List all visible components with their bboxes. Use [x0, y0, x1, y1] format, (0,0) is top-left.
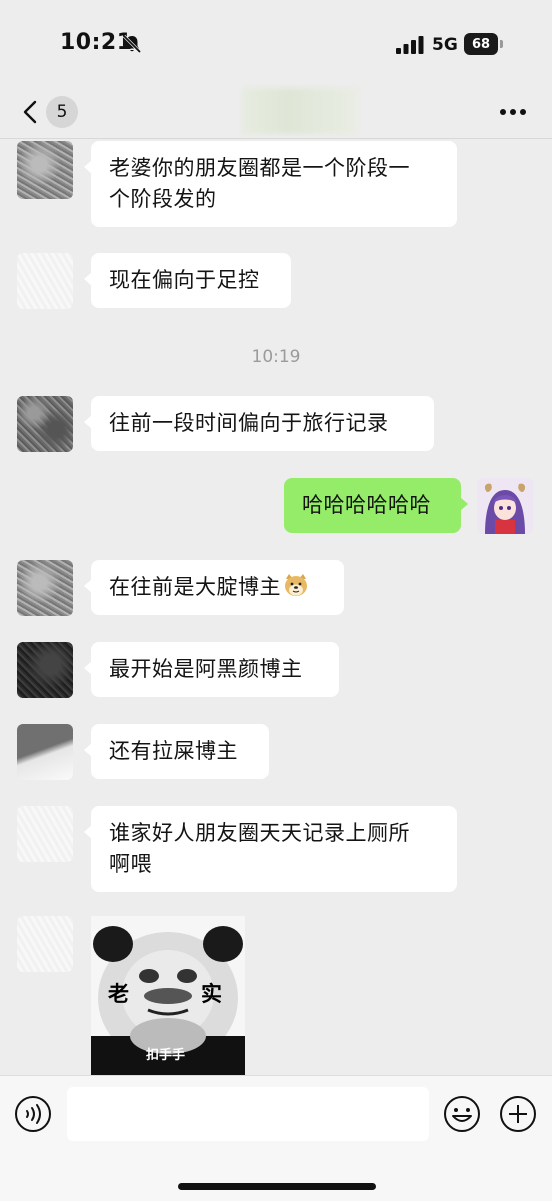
message-bubble[interactable]: 老婆你的朋友圈都是一个阶段一 个阶段发的: [84, 141, 457, 227]
message-bubble[interactable]: 最开始是阿黑颜博主: [84, 642, 339, 697]
avatar[interactable]: [17, 141, 73, 199]
avatar[interactable]: [477, 478, 533, 534]
home-indicator[interactable]: [178, 1183, 376, 1190]
message-bubble[interactable]: 在往前是大腚博主: [84, 560, 344, 615]
message-text-line: 谁家好人朋友圈天天记录上厕所: [109, 821, 410, 845]
message-bubble[interactable]: 还有拉屎博主: [84, 724, 269, 779]
message-timestamp: 10:19: [251, 347, 301, 367]
bell-muted-icon: [122, 34, 142, 54]
avatar[interactable]: [17, 560, 73, 616]
message-text-line: 啊喂: [109, 852, 152, 876]
unread-count-badge: 5: [46, 96, 78, 128]
avatar[interactable]: [17, 806, 73, 862]
chevron-left-icon: [23, 100, 37, 124]
status-bar: 10:21 5G 68: [0, 0, 552, 88]
chat-title-redacted: [242, 88, 358, 134]
sticker-caption-right: 实: [201, 982, 222, 1006]
message-text: 在往前是大腚博主: [109, 575, 281, 599]
signal-icon: [396, 36, 424, 54]
message-text-line: 老婆你的朋友圈都是一个阶段一: [109, 156, 410, 180]
sticker-caption-bottom: 扣手手: [146, 1048, 186, 1063]
avatar[interactable]: [17, 724, 73, 780]
message-text: 往前一段时间偏向于旅行记录: [109, 411, 389, 435]
avatar[interactable]: [17, 396, 73, 452]
back-button[interactable]: 5: [18, 92, 88, 132]
anime-avatar-icon: [477, 478, 533, 534]
sticker-message[interactable]: 老 实 扣手手: [91, 916, 245, 1075]
message-bubble[interactable]: 谁家好人朋友圈天天记录上厕所 啊喂: [84, 806, 457, 892]
message-bubble[interactable]: 现在偏向于足控: [84, 253, 291, 308]
voice-icon[interactable]: [14, 1095, 52, 1133]
message-bubble[interactable]: 哈哈哈哈哈哈: [284, 478, 468, 533]
battery-level: 68: [464, 33, 498, 55]
chat-message-list[interactable]: 老婆你的朋友圈都是一个阶段一 个阶段发的 现在偏向于足控 10:19 往前一段时…: [0, 139, 552, 1075]
doge-icon: [285, 574, 307, 596]
sticker-caption-left: 老: [108, 982, 129, 1006]
message-bubble[interactable]: 往前一段时间偏向于旅行记录: [84, 396, 434, 451]
message-text: 最开始是阿黑颜博主: [109, 657, 303, 681]
battery-icon: 68: [464, 33, 506, 55]
chat-header: 5: [0, 88, 552, 139]
avatar[interactable]: [17, 642, 73, 698]
message-text-line: 个阶段发的: [109, 187, 217, 211]
avatar[interactable]: [17, 253, 73, 309]
message-text: 现在偏向于足控: [109, 268, 260, 292]
input-bar: [0, 1075, 552, 1201]
message-input[interactable]: [67, 1087, 429, 1141]
plus-icon[interactable]: [499, 1095, 537, 1133]
avatar[interactable]: [17, 916, 73, 972]
emoji-icon[interactable]: [443, 1095, 481, 1133]
network-label: 5G: [432, 35, 458, 55]
message-text: 还有拉屎博主: [109, 739, 238, 763]
message-text: 哈哈哈哈哈哈: [302, 493, 431, 517]
more-icon[interactable]: [498, 102, 528, 122]
